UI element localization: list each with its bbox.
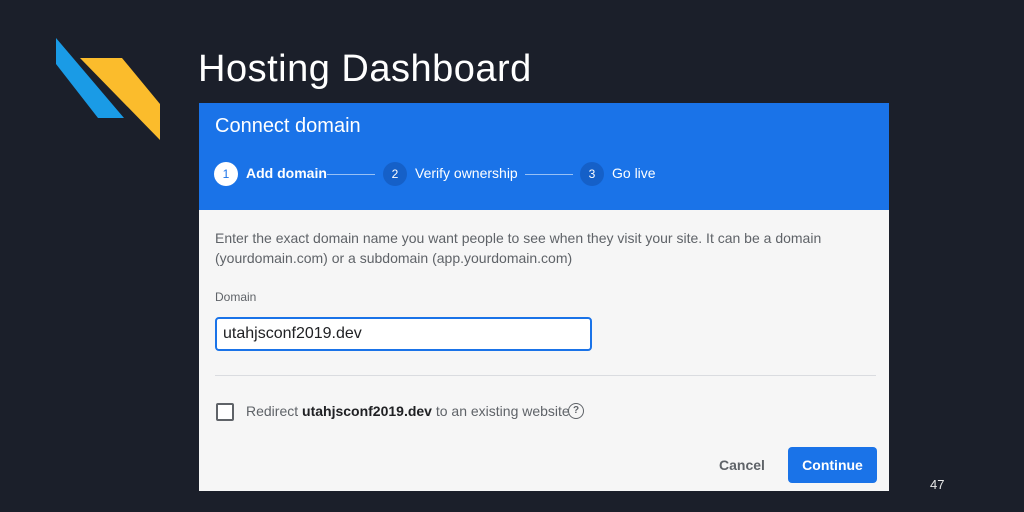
slide-title: Hosting Dashboard (198, 48, 532, 90)
divider (215, 375, 876, 376)
page-number: 47 (930, 477, 945, 492)
cancel-button[interactable]: Cancel (707, 447, 777, 483)
step-connector (525, 174, 573, 175)
dialog-header: Connect domain 1 Add domain 2 Verify own… (199, 103, 889, 210)
dialog-description: Enter the exact domain name you want peo… (215, 230, 822, 266)
dialog-title: Connect domain (215, 115, 361, 137)
logo-icon (56, 38, 160, 140)
step-1-number: 1 (214, 162, 238, 186)
step-2-label: Verify ownership (415, 165, 518, 181)
redirect-prefix: Redirect (246, 403, 303, 419)
step-connector (327, 174, 375, 175)
help-circle-icon[interactable]: ? (568, 403, 584, 419)
redirect-label[interactable]: Redirect utahjsconf2019.dev to an existi… (246, 403, 570, 419)
step-3-number: 3 (580, 162, 604, 186)
domain-field-label: Domain (215, 290, 257, 304)
step-2-number: 2 (383, 162, 407, 186)
step-1-label: Add domain (246, 165, 327, 181)
redirect-checkbox[interactable] (216, 403, 234, 421)
step-3-label: Go live (612, 165, 656, 181)
redirect-suffix: to an existing website (431, 403, 570, 419)
connect-domain-dialog: Connect domain 1 Add domain 2 Verify own… (199, 103, 889, 491)
stepper: 1 Add domain 2 Verify ownership 3 Go liv… (214, 162, 884, 186)
domain-input[interactable] (215, 317, 592, 351)
redirect-domain: utahjsconf2019.dev (302, 403, 432, 419)
continue-button[interactable]: Continue (788, 447, 877, 483)
